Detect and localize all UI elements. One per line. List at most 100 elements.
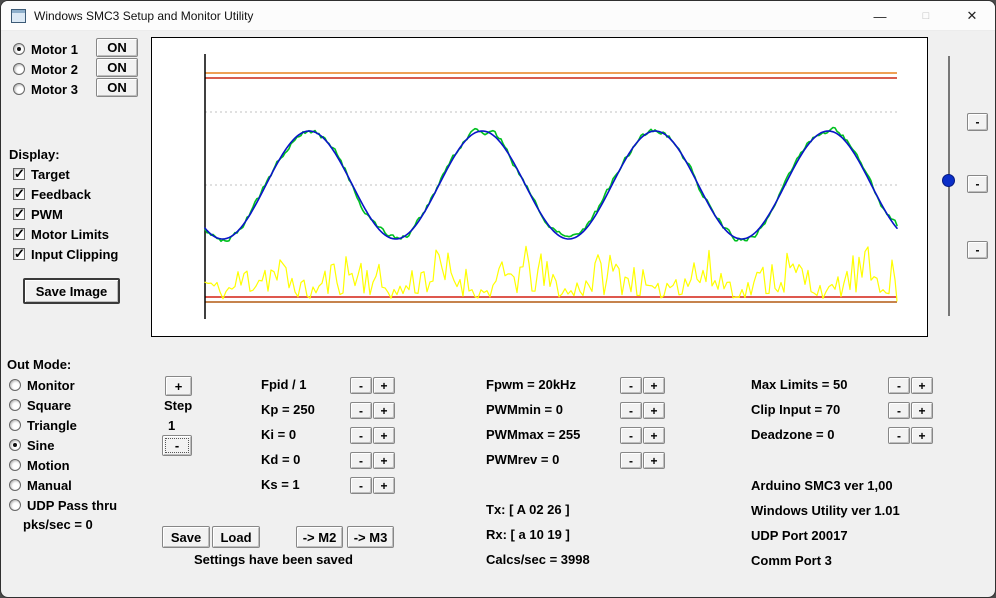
fpid-minus-button[interactable]: - <box>350 377 372 394</box>
out-mode-monitor-label: Monitor <box>27 378 75 393</box>
copy-to-m3-button[interactable]: -> M3 <box>347 526 394 548</box>
out-mode-motion-radio[interactable]: Motion <box>9 457 70 473</box>
ki-minus-button[interactable]: - <box>350 427 372 444</box>
comm-port-label: Comm Port 3 <box>751 553 832 568</box>
deadzone-minus-button[interactable]: - <box>888 427 910 444</box>
step-plus-button[interactable]: + <box>165 376 192 396</box>
out-mode-udp-pass-thru-radio[interactable]: UDP Pass thru <box>9 497 117 513</box>
motor-3-on-button[interactable]: ON <box>96 78 138 97</box>
pwmmin-plus-button[interactable]: + <box>643 402 665 419</box>
fpwm-plus-button[interactable]: + <box>643 377 665 394</box>
copy-to-m2-button[interactable]: -> M2 <box>296 526 343 548</box>
step-minus-button[interactable]: - <box>162 435 192 456</box>
motor-2-radio[interactable]: Motor 2 <box>13 61 78 77</box>
pwmmin-minus-button[interactable]: - <box>620 402 642 419</box>
pwmmax-minus-button[interactable]: - <box>620 427 642 444</box>
ks-label: Ks = 1 <box>261 477 300 492</box>
kd-plus-button[interactable]: + <box>373 452 395 469</box>
save-image-button[interactable]: Save Image <box>23 278 120 304</box>
scale-top-minus-button[interactable]: - <box>967 113 988 131</box>
display-feedback-checkbox[interactable]: Feedback <box>13 186 91 202</box>
arduino-version-label: Arduino SMC3 ver 1,00 <box>751 478 893 493</box>
radio-dot-icon <box>13 63 25 75</box>
display-target-label: Target <box>31 167 70 182</box>
checkbox-icon <box>13 248 25 260</box>
motor-1-on-button[interactable]: ON <box>96 38 138 57</box>
pwmrev-minus-button[interactable]: - <box>620 452 642 469</box>
motor-1-label: Motor 1 <box>31 42 78 57</box>
out-mode-triangle-label: Triangle <box>27 418 77 433</box>
fpid-plus-button[interactable]: + <box>373 377 395 394</box>
fpwm-minus-button[interactable]: - <box>620 377 642 394</box>
scale-bottom-minus-button[interactable]: - <box>967 241 988 259</box>
out-mode-sine-radio[interactable]: Sine <box>9 437 54 453</box>
radio-dot-icon <box>13 83 25 95</box>
display-pwm-label: PWM <box>31 207 63 222</box>
display-pwm-checkbox[interactable]: PWM <box>13 206 63 222</box>
clip-input-minus-button[interactable]: - <box>888 402 910 419</box>
checkbox-icon <box>13 208 25 220</box>
out-mode-manual-label: Manual <box>27 478 72 493</box>
scale-slider-thumb[interactable] <box>942 174 955 187</box>
motor-2-label: Motor 2 <box>31 62 78 77</box>
display-motor-limits-checkbox[interactable]: Motor Limits <box>13 226 109 242</box>
calcs-per-sec-status: Calcs/sec = 3998 <box>486 552 590 567</box>
pwmrev-plus-button[interactable]: + <box>643 452 665 469</box>
radio-dot-icon <box>9 459 21 471</box>
ki-plus-button[interactable]: + <box>373 427 395 444</box>
maximize-button[interactable]: □ <box>903 1 949 31</box>
motor-3-label: Motor 3 <box>31 82 78 97</box>
minimize-button[interactable]: — <box>857 1 903 31</box>
clip-input-plus-button[interactable]: + <box>911 402 933 419</box>
ks-plus-button[interactable]: + <box>373 477 395 494</box>
out-mode-triangle-radio[interactable]: Triangle <box>9 417 77 433</box>
save-button[interactable]: Save <box>162 526 210 548</box>
out-mode-udp-pass-thru-label: UDP Pass thru <box>27 498 117 513</box>
radio-dot-icon <box>9 379 21 391</box>
out-mode-square-radio[interactable]: Square <box>9 397 71 413</box>
fpid-label: Fpid / 1 <box>261 377 307 392</box>
tx-status: Tx: [ A 02 26 ] <box>486 502 570 517</box>
scope-plot <box>152 38 927 336</box>
max-limits-plus-button[interactable]: + <box>911 377 933 394</box>
close-button[interactable]: ✕ <box>949 1 995 31</box>
motor-2-on-button[interactable]: ON <box>96 58 138 77</box>
radio-dot-icon <box>9 439 21 451</box>
kp-minus-button[interactable]: - <box>350 402 372 419</box>
load-button[interactable]: Load <box>212 526 260 548</box>
deadzone-label: Deadzone = 0 <box>751 427 834 442</box>
out-mode-heading: Out Mode: <box>7 357 71 372</box>
out-mode-manual-radio[interactable]: Manual <box>9 477 72 493</box>
pwmmax-plus-button[interactable]: + <box>643 427 665 444</box>
display-input-clipping-checkbox[interactable]: Input Clipping <box>13 246 118 262</box>
out-mode-motion-label: Motion <box>27 458 70 473</box>
out-mode-square-label: Square <box>27 398 71 413</box>
ks-minus-button[interactable]: - <box>350 477 372 494</box>
motor-3-radio[interactable]: Motor 3 <box>13 81 78 97</box>
scope-chart <box>151 37 928 337</box>
motor-1-radio[interactable]: Motor 1 <box>13 41 78 57</box>
pwmrev-label: PWMrev = 0 <box>486 452 559 467</box>
maximize-icon: □ <box>923 10 930 22</box>
max-limits-label: Max Limits = 50 <box>751 377 847 392</box>
max-limits-minus-button[interactable]: - <box>888 377 910 394</box>
kp-plus-button[interactable]: + <box>373 402 395 419</box>
out-mode-sine-label: Sine <box>27 438 54 453</box>
checkbox-icon <box>13 168 25 180</box>
app-window: Windows SMC3 Setup and Monitor Utility —… <box>0 0 996 598</box>
out-mode-monitor-radio[interactable]: Monitor <box>9 377 75 393</box>
display-heading: Display: <box>9 147 60 162</box>
display-target-checkbox[interactable]: Target <box>13 166 70 182</box>
kp-label: Kp = 250 <box>261 402 315 417</box>
radio-dot-icon <box>9 479 21 491</box>
step-value: 1 <box>168 418 175 433</box>
radio-dot-icon <box>13 43 25 55</box>
kd-label: Kd = 0 <box>261 452 300 467</box>
kd-minus-button[interactable]: - <box>350 452 372 469</box>
rx-status: Rx: [ a 10 19 ] <box>486 527 570 542</box>
deadzone-plus-button[interactable]: + <box>911 427 933 444</box>
scale-middle-minus-button[interactable]: - <box>967 175 988 193</box>
checkbox-icon <box>13 228 25 240</box>
pwmmin-label: PWMmin = 0 <box>486 402 563 417</box>
radio-dot-icon <box>9 499 21 511</box>
